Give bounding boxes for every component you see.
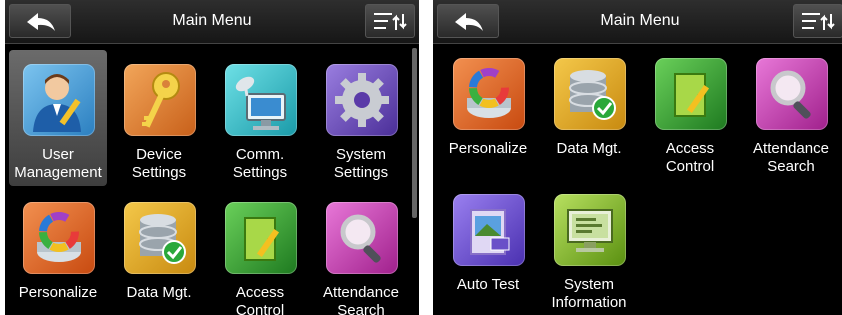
menu-item-system-settings[interactable]: System Settings	[312, 50, 410, 186]
page-title: Main Menu	[172, 12, 252, 29]
menu-item-personalize[interactable]: Personalize	[439, 44, 537, 180]
menu-item-label: Attendance Search	[323, 284, 399, 315]
menu-item-label: Data Mgt.	[556, 140, 622, 157]
main-menu-screen-page1: Main Menu User Management Device Setting…	[5, 0, 419, 315]
menu-item-label: Personalize	[448, 140, 528, 157]
menu-item-label: Comm. Settings	[232, 146, 288, 181]
database-icon	[124, 202, 196, 274]
menu-item-label: Device Settings	[131, 146, 187, 181]
menu-item-auto-test[interactable]: Auto Test	[439, 180, 537, 315]
top-bar: Main Menu	[5, 0, 419, 44]
menu-item-access-control[interactable]: Access Control	[641, 44, 739, 180]
key-icon	[124, 64, 196, 136]
menu-item-label: Personalize	[18, 284, 98, 301]
menu-item-user-management[interactable]: User Management	[9, 50, 107, 186]
door-icon	[225, 202, 297, 274]
top-bar: Main Menu	[433, 0, 842, 44]
auto-test-icon	[453, 194, 525, 266]
sort-list-icon	[374, 13, 407, 30]
menu-item-access-control[interactable]: Access Control	[211, 188, 309, 315]
menu-item-label: Access Control	[235, 284, 285, 315]
system-info-icon	[554, 194, 626, 266]
menu-item-attendance-search[interactable]: Attendance Search	[312, 188, 410, 315]
menu-item-label: System Information	[551, 276, 627, 311]
menu-item-comm-settings[interactable]: Comm. Settings	[211, 50, 309, 186]
comm-icon	[225, 64, 297, 136]
magnifier-icon	[326, 202, 398, 274]
color-wheel-icon	[23, 202, 95, 274]
menu-item-label: System Settings	[333, 146, 389, 181]
sort-menu-button[interactable]	[365, 4, 415, 38]
menu-item-personalize[interactable]: Personalize	[9, 188, 107, 315]
menu-item-system-information[interactable]: System Information	[540, 180, 638, 315]
door-icon	[655, 58, 727, 130]
menu-item-attendance-search[interactable]: Attendance Search	[742, 44, 840, 180]
database-icon	[554, 58, 626, 130]
menu-item-label: Access Control	[665, 140, 715, 175]
gear-icon	[326, 64, 398, 136]
menu-item-label: Data Mgt.	[126, 284, 192, 301]
color-wheel-icon	[453, 58, 525, 130]
magnifier-icon	[756, 58, 828, 130]
menu-item-data-mgt[interactable]: Data Mgt.	[540, 44, 638, 180]
menu-item-device-settings[interactable]: Device Settings	[110, 50, 208, 186]
menu-item-label: Attendance Search	[753, 140, 829, 175]
user-management-icon	[23, 64, 95, 136]
page-title: Main Menu	[600, 12, 680, 29]
menu-item-label: Auto Test	[456, 276, 520, 293]
sort-list-icon	[802, 13, 835, 30]
menu-item-data-mgt[interactable]: Data Mgt.	[110, 188, 208, 315]
scrollbar[interactable]	[412, 48, 417, 218]
menu-item-label: User Management	[14, 146, 102, 181]
sort-menu-button[interactable]	[793, 4, 842, 38]
main-menu-screen-page2: Main Menu Personalize Data Mgt. Access C…	[433, 0, 842, 315]
